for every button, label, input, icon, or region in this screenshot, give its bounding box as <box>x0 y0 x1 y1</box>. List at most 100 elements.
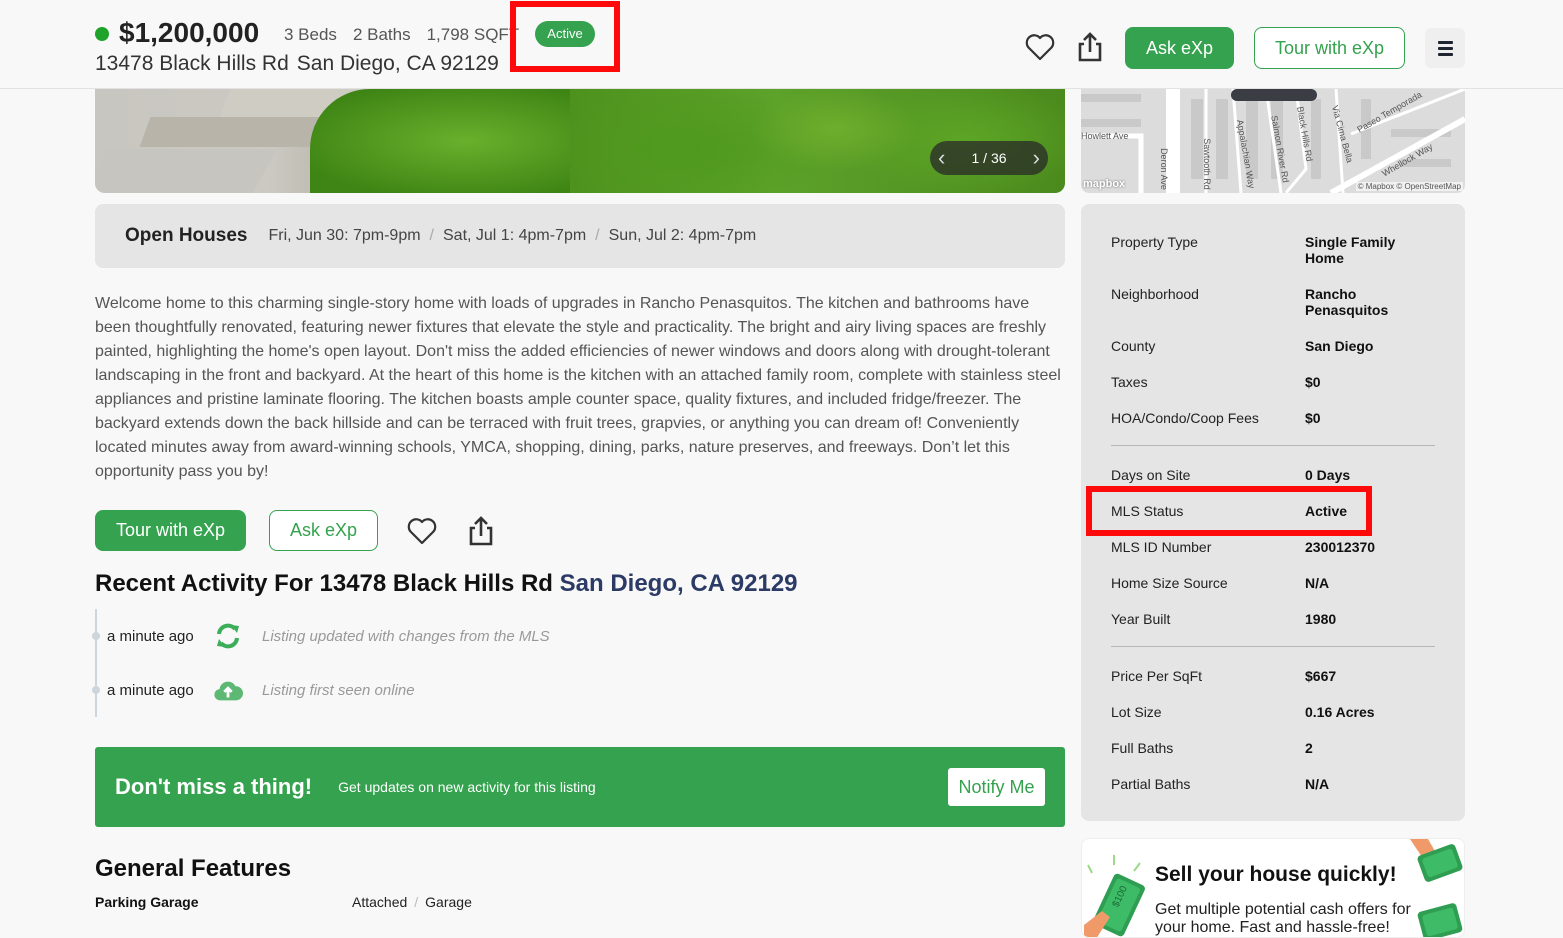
tour-with-exp-button[interactable]: Tour with eXp <box>95 510 246 551</box>
ask-exp-button[interactable]: Ask eXp <box>1125 27 1234 69</box>
feature-values: Attached / Garage <box>352 894 472 910</box>
detail-value: $0 <box>1305 410 1321 426</box>
detail-label: Taxes <box>1111 374 1148 390</box>
timeline-dot <box>92 632 100 640</box>
status-badge: Active <box>535 21 595 47</box>
timeline-dot <box>92 686 100 694</box>
city-state-zip: San Diego, CA 92129 <box>296 52 499 75</box>
ask-exp-button[interactable]: Ask eXp <box>269 510 378 551</box>
cash-hand-icon <box>1417 903 1463 937</box>
chevron-right-icon[interactable]: › <box>1033 147 1040 169</box>
status-dot-icon <box>95 27 109 41</box>
cash-hand-icon: $100 <box>1084 855 1145 937</box>
open-houses-bar: Open Houses Fri, Jun 30: 7pm-9pm / Sat, … <box>95 204 1065 268</box>
activity-item: a minute ago Listing updated with change… <box>92 623 550 649</box>
photo-detail <box>95 149 278 193</box>
cloud-upload-icon <box>213 676 243 704</box>
map-street-label: Howlett Ave <box>1081 131 1129 141</box>
detail-label: MLS Status <box>1111 503 1184 519</box>
detail-label: Home Size Source <box>1111 575 1228 591</box>
notify-me-button[interactable]: Notify Me <box>948 768 1045 806</box>
listing-header: $1,200,000 3 Beds 2 Baths 1,798 SQFT 134… <box>0 0 1563 89</box>
photo-detail <box>139 117 331 147</box>
activity-time: a minute ago <box>107 627 194 645</box>
listing-facts: 3 Beds 2 Baths 1,798 SQFT <box>284 25 519 45</box>
notify-banner: Don't miss a thing! Get updates on new a… <box>95 747 1065 827</box>
mapbox-logo[interactable]: mapbox <box>1083 178 1125 190</box>
activity-text: Listing first seen online <box>262 681 415 699</box>
photo-detail <box>310 89 570 193</box>
feature-value: Garage <box>425 894 472 910</box>
property-details-panel: Property Type Single Family Home Neighbor… <box>1081 204 1465 821</box>
notify-subtext: Get updates on new activity for this lis… <box>338 779 596 795</box>
sqft-count: 1,798 SQFT <box>426 25 520 44</box>
map-attribution[interactable]: © Mapbox © OpenStreetMap <box>1355 182 1463 191</box>
detail-value: San Diego <box>1305 338 1374 354</box>
detail-label: HOA/Condo/Coop Fees <box>1111 410 1259 426</box>
heart-icon[interactable] <box>406 516 438 546</box>
detail-value: $667 <box>1305 668 1337 684</box>
share-icon[interactable] <box>467 515 495 547</box>
photo-counter: 1 / 36 <box>971 150 1007 166</box>
open-house-slot: Sun, Jul 2: 4pm-7pm <box>608 227 757 244</box>
detail-value: 1980 <box>1305 611 1337 627</box>
sell-promo-title: Sell your house quickly! <box>1155 863 1397 886</box>
tour-with-exp-button[interactable]: Tour with eXp <box>1254 27 1405 69</box>
detail-label: Year Built <box>1111 611 1171 627</box>
listing-description: Welcome home to this charming single-sto… <box>95 295 1061 480</box>
street-address: 13478 Black Hills Rd <box>95 52 289 75</box>
detail-value: 0.16 Acres <box>1305 704 1375 720</box>
detail-value: $0 <box>1305 374 1321 390</box>
divider <box>1111 445 1435 446</box>
listing-photo-carousel[interactable]: ‹ 1 / 36 › <box>95 89 1065 193</box>
heart-icon[interactable] <box>1024 32 1056 62</box>
detail-label: Partial Baths <box>1111 776 1191 792</box>
sell-promo-subtitle: Get multiple potential cash offers for y… <box>1155 901 1411 936</box>
activity-text: Listing updated with changes from the ML… <box>262 627 550 645</box>
listing-price: $1,200,000 <box>119 17 260 48</box>
detail-value: 230012370 <box>1305 539 1376 555</box>
cash-hand-icon <box>1410 839 1463 882</box>
recent-activity-title-prefix: Recent Activity For 13478 Black Hills Rd <box>95 570 553 597</box>
detail-value: N/A <box>1305 776 1330 792</box>
detail-value: Rancho Penasquitos <box>1305 286 1389 318</box>
detail-value: N/A <box>1305 575 1330 591</box>
feature-value: Attached <box>352 894 408 910</box>
detail-label: MLS ID Number <box>1111 539 1212 555</box>
notify-headline: Don't miss a thing! <box>115 774 313 799</box>
sell-house-promo[interactable]: $100 Sell your house quickly! Get multip… <box>1081 838 1465 938</box>
separator: / <box>429 227 434 244</box>
divider <box>1111 646 1435 647</box>
detail-value: 2 <box>1305 740 1313 756</box>
detail-value: Active <box>1305 503 1348 519</box>
detail-label: Full Baths <box>1111 740 1174 756</box>
separator: / <box>595 227 600 244</box>
hamburger-menu-icon[interactable] <box>1425 28 1465 68</box>
baths-count: 2 Baths <box>352 25 411 44</box>
detail-label: Property Type <box>1111 234 1198 250</box>
detail-label: Price Per SqFt <box>1111 668 1203 684</box>
recent-activity-title: Recent Activity For 13478 Black Hills Rd… <box>95 570 798 598</box>
general-features-title: General Features <box>95 855 292 882</box>
open-houses-title: Open Houses <box>125 225 248 246</box>
location-map[interactable]: Howlett Ave Deron Ave Sawtooth Rd Appala… <box>1081 89 1465 193</box>
separator: / <box>414 894 419 910</box>
detail-label: Lot Size <box>1111 704 1162 720</box>
activity-time: a minute ago <box>107 681 194 699</box>
recent-activity-location-link[interactable]: San Diego, CA 92129 <box>560 570 798 597</box>
map-street-label: Sawtooth Rd <box>1201 138 1212 190</box>
feature-label: Parking Garage <box>95 894 199 910</box>
detail-label: Neighborhood <box>1111 286 1199 302</box>
map-street-label: Deron Ave <box>1158 148 1169 190</box>
share-icon[interactable] <box>1076 31 1104 63</box>
photo-pager: ‹ 1 / 36 › <box>930 141 1048 175</box>
activity-item: a minute ago Listing first seen online <box>92 678 415 702</box>
listing-address: 13478 Black Hills Rd San Diego, CA 92129 <box>95 52 499 76</box>
open-house-slot: Fri, Jun 30: 7pm-9pm <box>268 227 421 244</box>
chevron-left-icon[interactable]: ‹ <box>938 147 945 169</box>
detail-value: 0 Days <box>1305 467 1351 483</box>
detail-label: Days on Site <box>1111 467 1191 483</box>
detail-label: County <box>1111 338 1156 354</box>
open-house-slot: Sat, Jul 1: 4pm-7pm <box>443 227 587 244</box>
beds-count: 3 Beds <box>284 25 337 44</box>
